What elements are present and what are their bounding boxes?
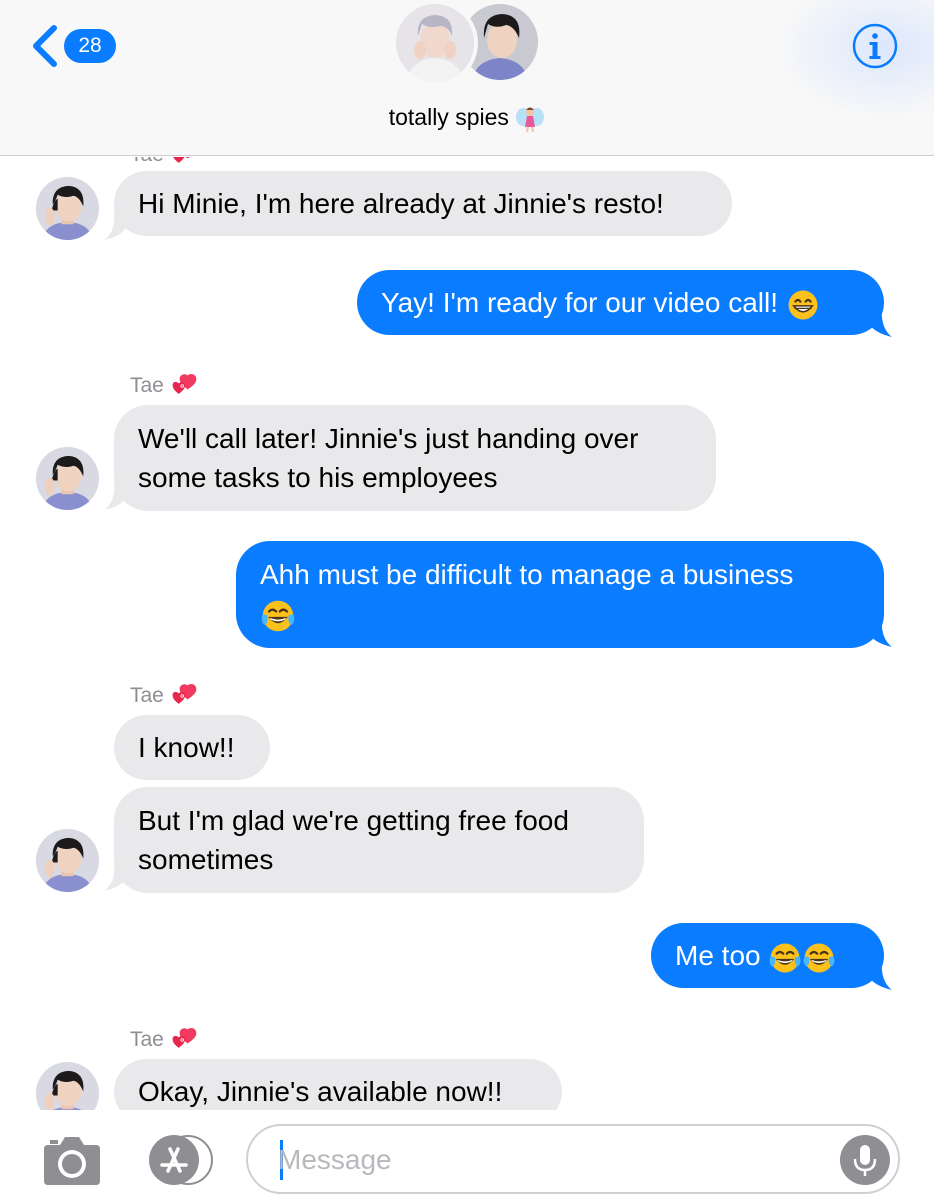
group-avatars[interactable] <box>392 0 544 86</box>
message-text: Okay, Jinnie's available now!! <box>138 1076 503 1107</box>
two-hearts-emoji-icon <box>170 157 198 169</box>
contact-avatar[interactable] <box>36 177 99 240</box>
message-text: Hi Minie, I'm here already at Jinnie's r… <box>138 188 664 219</box>
message-bubble-incoming[interactable]: I know!! <box>114 715 270 780</box>
sender-label: Tae <box>130 682 198 710</box>
tears-of-joy-emoji-icon <box>802 941 836 975</box>
two-hearts-emoji-icon <box>170 372 198 400</box>
app-store-icon[interactable] <box>144 1134 214 1186</box>
message-text-line: But I'm glad we're getting free food <box>138 805 569 836</box>
message-text: Me too <box>675 940 761 971</box>
conversation-title-text: totally spies <box>388 104 509 130</box>
fairy-emoji-icon <box>516 107 545 133</box>
camera-icon[interactable] <box>42 1133 102 1187</box>
grinning-face-emoji-icon <box>786 288 820 322</box>
sender-label: Tae <box>130 372 198 400</box>
info-icon[interactable] <box>851 22 899 70</box>
message-bubble-outgoing[interactable]: Me too <box>651 923 884 988</box>
contact-avatar[interactable] <box>36 447 99 510</box>
back-button[interactable]: 28 <box>30 24 116 68</box>
conversation-title[interactable]: totally spies <box>0 104 934 133</box>
two-hearts-emoji-icon <box>170 1026 198 1054</box>
message-bubble-incoming[interactable]: Hi Minie, I'm here already at Jinnie's r… <box>114 171 732 236</box>
tears-of-joy-emoji-icon <box>260 598 296 634</box>
contact-avatar[interactable] <box>36 1062 99 1110</box>
conversation-header: 28 totally spies <box>0 0 934 156</box>
message-text-line: We'll call later! Jinnie's just handing … <box>138 423 639 454</box>
message-bubble-incoming[interactable]: But I'm glad we're getting free food som… <box>114 787 644 893</box>
message-text-line: some tasks to his employees <box>138 462 498 493</box>
message-text: Yay! I'm ready for our video call! <box>381 287 778 318</box>
tears-of-joy-emoji-icon <box>768 941 802 975</box>
microphone-button[interactable] <box>840 1135 890 1185</box>
message-input-field[interactable] <box>246 1124 900 1194</box>
message-input[interactable] <box>278 1138 818 1182</box>
group-avatar-1 <box>392 0 478 86</box>
sender-label-cut: Tae <box>130 157 198 169</box>
message-text-line: sometimes <box>138 844 274 875</box>
microphone-icon <box>853 1145 877 1176</box>
message-bubble-outgoing[interactable]: Ahh must be difficult to manage a busine… <box>236 541 884 648</box>
unread-count-badge: 28 <box>64 29 116 63</box>
contact-avatar[interactable] <box>36 829 99 892</box>
sender-label: Tae <box>130 1026 198 1054</box>
message-thread[interactable]: Tae Hi Minie, I'm here already at Jinnie… <box>0 157 934 1110</box>
back-chevron-icon <box>30 24 60 68</box>
message-bubble-incoming[interactable]: We'll call later! Jinnie's just handing … <box>114 405 716 511</box>
message-text: I know!! <box>138 732 235 763</box>
message-bubble-incoming[interactable]: Okay, Jinnie's available now!! <box>114 1059 562 1110</box>
message-text: Ahh must be difficult to manage a busine… <box>260 559 794 590</box>
message-bubble-outgoing[interactable]: Yay! I'm ready for our video call! <box>357 270 884 335</box>
two-hearts-emoji-icon <box>170 682 198 710</box>
